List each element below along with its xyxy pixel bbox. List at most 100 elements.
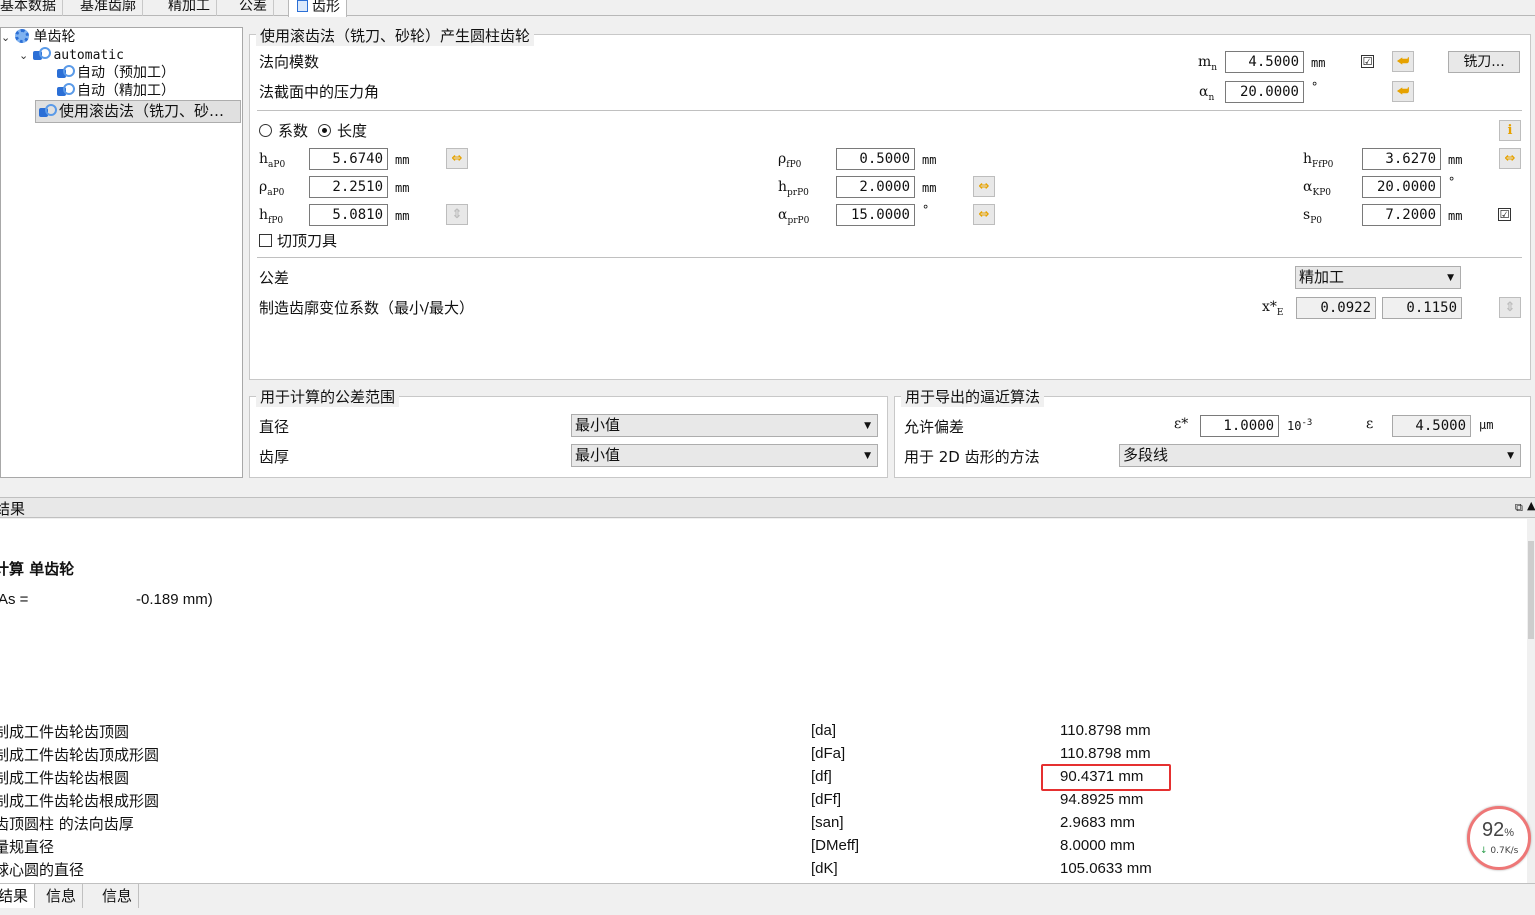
- hprP0-unit: mm: [922, 181, 937, 195]
- result-symbol: [dFa]: [811, 745, 846, 762]
- tab-tooth-form[interactable]: 齿形: [288, 0, 347, 17]
- hfP0-input[interactable]: 5.0810: [309, 204, 388, 226]
- sP0-input[interactable]: 7.2000: [1362, 204, 1441, 226]
- dropdown-arrow-icon: ▼: [1447, 273, 1454, 283]
- highlight-box: [1041, 764, 1171, 791]
- normal-module-label: 法向模数: [259, 53, 320, 71]
- tab-tooth-form-label: 齿形: [312, 0, 340, 15]
- divider: [257, 257, 1522, 258]
- tab-basic-data[interactable]: 基本数据: [0, 0, 63, 16]
- rhoaP0-unit: mm: [395, 181, 410, 195]
- bottom-tab-bar: 结果 信息 信息: [0, 883, 1535, 915]
- result-symbol: [DMeff]: [811, 837, 860, 854]
- results-header: 结果 ⧉ ▲: [0, 497, 1535, 518]
- haP0-unit: mm: [395, 153, 410, 167]
- mn-apply-button[interactable]: ⮨: [1392, 51, 1414, 72]
- dropdown-arrow-icon: ▼: [1507, 451, 1514, 461]
- eps-star-input[interactable]: 1.0000: [1200, 415, 1279, 437]
- haP0-swap-button[interactable]: ⇔: [446, 148, 468, 169]
- haP0-input[interactable]: 5.6740: [309, 148, 388, 170]
- aKP0-unit: °: [1448, 175, 1456, 189]
- mn-input[interactable]: 4.5000: [1225, 51, 1304, 73]
- an-input[interactable]: 20.0000: [1225, 81, 1304, 103]
- tolerance-range-title: 用于计算的公差范围: [256, 386, 400, 407]
- info-icon[interactable]: i: [1499, 120, 1521, 141]
- hFfP0-symbol: hFfP0: [1303, 151, 1334, 170]
- result-value: 94.8925 mm: [1060, 791, 1144, 808]
- tab-reference-profile[interactable]: 基准齿廓: [74, 0, 143, 16]
- an-apply-button[interactable]: ⮨: [1392, 81, 1414, 102]
- result-value: 110.8798 mm: [1060, 722, 1151, 739]
- hFfP0-swap-button[interactable]: ⇔: [1499, 148, 1521, 169]
- tree-node-auto-pre[interactable]: 自动（预加工）: [57, 64, 175, 82]
- method-select[interactable]: 多段线 ▼: [1119, 444, 1521, 467]
- hFfP0-unit: mm: [1448, 153, 1463, 167]
- tip-cutter-checkbox[interactable]: [259, 234, 272, 247]
- sP0-checkbox[interactable]: ☑: [1498, 208, 1511, 221]
- chevron-down-icon[interactable]: ⌄: [1, 29, 11, 47]
- hfP0-unit: mm: [395, 209, 410, 223]
- result-symbol: [dFf]: [811, 791, 842, 808]
- eps-star-unit: 10-3: [1287, 418, 1313, 433]
- result-value: 110.8798 mm: [1060, 745, 1151, 762]
- tab-results[interactable]: 结果: [0, 884, 36, 908]
- diameter-select[interactable]: 最小值 ▼: [571, 414, 878, 437]
- result-value: 8.0000 mm: [1060, 837, 1136, 854]
- tree-node-automatic[interactable]: ⌄ automatic: [19, 46, 124, 64]
- radio-coefficient-label: 系数: [278, 122, 309, 140]
- result-symbol: [da]: [811, 722, 837, 739]
- as-label: As =: [0, 591, 29, 608]
- xE-max-input: 0.1150: [1382, 297, 1462, 319]
- aprP0-unit: °: [922, 203, 930, 217]
- hprP0-swap-button[interactable]: ⇔: [973, 176, 995, 197]
- tree-node-label: automatic: [53, 48, 124, 63]
- network-speed-widget[interactable]: 92% ↓ 0.7K/s: [1467, 806, 1531, 870]
- gear-process-icon: [33, 47, 52, 61]
- scrollbar-thumb[interactable]: [1528, 541, 1534, 639]
- tab-finishing[interactable]: 精加工: [162, 0, 217, 16]
- result-symbol: [san]: [811, 814, 844, 831]
- scroll-up-icon[interactable]: ▲: [1527, 499, 1535, 512]
- result-label: 制成工件齿轮齿根成形圆: [0, 792, 160, 810]
- eps-star-symbol: ε*: [1174, 416, 1189, 432]
- xE-swap-button: ⇕: [1499, 297, 1521, 318]
- cutter-button[interactable]: 铣刀...: [1448, 51, 1520, 73]
- tree-node-hobbing[interactable]: 使用滚齿法（铣刀、砂…: [35, 100, 241, 123]
- thickness-select[interactable]: 最小值 ▼: [571, 444, 878, 467]
- aKP0-input[interactable]: 20.0000: [1362, 176, 1441, 198]
- eps-unit: µm: [1479, 418, 1494, 432]
- hprP0-input[interactable]: 2.0000: [836, 176, 915, 198]
- result-value: 2.9683 mm: [1060, 814, 1136, 831]
- haP0-symbol: haP0: [259, 151, 286, 170]
- sP0-symbol: sP0: [1303, 207, 1322, 226]
- tolerance-select[interactable]: 精加工 ▼: [1295, 266, 1461, 289]
- rhoaP0-input[interactable]: 2.2510: [309, 176, 388, 198]
- tree-node-single-gear[interactable]: ⌄ 单齿轮: [1, 28, 75, 46]
- radio-length-label: 长度: [337, 122, 368, 140]
- rhofP0-input[interactable]: 0.5000: [836, 148, 915, 170]
- chevron-down-icon[interactable]: ⌄: [19, 47, 29, 65]
- tab-tolerance[interactable]: 公差: [233, 0, 274, 16]
- tree-panel: ⌄ 单齿轮 ⌄ automatic 自动（预加工） 自动（精加工） 使用滚齿法（…: [0, 27, 243, 478]
- tab-info-2[interactable]: 信息: [96, 884, 140, 908]
- radio-length[interactable]: [318, 124, 331, 137]
- approximation-title: 用于导出的逼近算法: [901, 386, 1045, 407]
- tree-node-label: 自动（精加工）: [77, 83, 175, 99]
- tree-node-auto-finish[interactable]: 自动（精加工）: [57, 82, 175, 100]
- an-unit: °: [1311, 80, 1319, 94]
- restore-window-icon[interactable]: ⧉: [1515, 501, 1523, 515]
- aprP0-swap-button[interactable]: ⇔: [973, 204, 995, 225]
- tree-node-label: 自动（预加工）: [77, 65, 175, 81]
- mn-symbol: mn: [1198, 54, 1218, 73]
- radio-coefficient[interactable]: [259, 124, 272, 137]
- tree-node-label: 单齿轮: [33, 29, 76, 45]
- hfP0-symbol: hfP0: [259, 207, 284, 226]
- top-tab-bar: 基本数据 基准齿廓 精加工 公差 齿形: [0, 0, 1535, 17]
- tab-info-1[interactable]: 信息: [40, 884, 84, 908]
- mn-checkbox[interactable]: ☑: [1361, 55, 1374, 68]
- aprP0-input[interactable]: 15.0000: [836, 204, 915, 226]
- hFfP0-input[interactable]: 3.6270: [1362, 148, 1441, 170]
- results-title: 结果: [0, 500, 26, 518]
- tree-node-label: 使用滚齿法（铣刀、砂…: [59, 102, 225, 120]
- result-label: 球心圆的直径: [0, 861, 85, 879]
